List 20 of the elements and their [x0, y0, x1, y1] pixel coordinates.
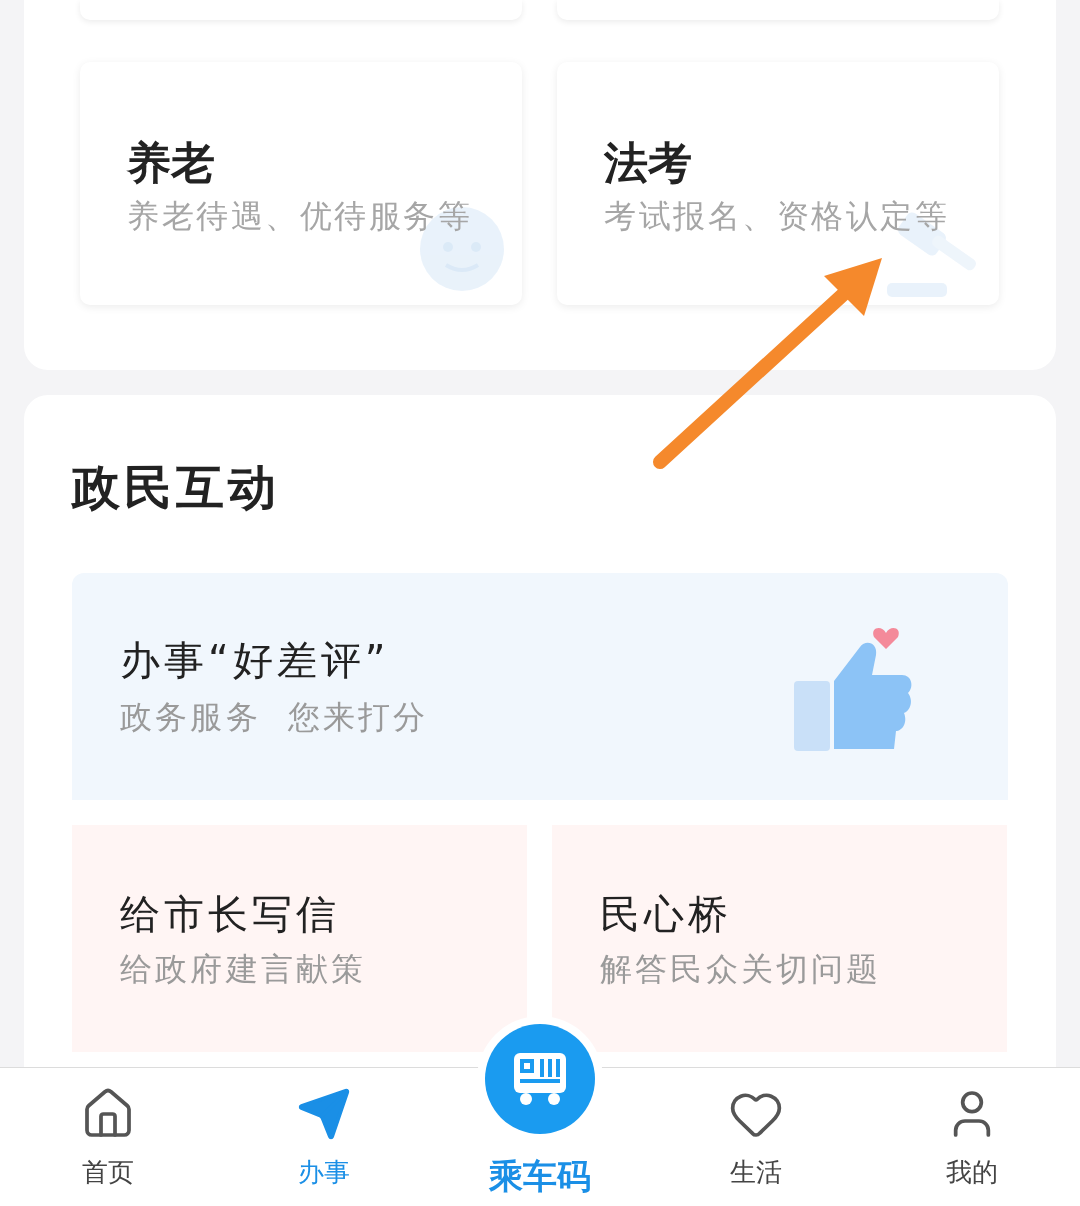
card-subtitle: 解答民众关切问题	[600, 949, 883, 989]
send-icon	[296, 1086, 352, 1142]
card-title: 养老	[127, 136, 216, 190]
interaction-card[interactable]: 给市长写信 给政府建言献策	[72, 825, 527, 1052]
service-card[interactable]: 养老 养老待遇、优待服务等	[80, 62, 522, 305]
service-card[interactable]: 法考 考试报名、资格认定等	[557, 62, 999, 305]
rating-title: 办事“好差评”	[120, 636, 391, 685]
card-title: 法考	[604, 136, 693, 190]
tab-item[interactable]: 首页	[0, 1086, 216, 1206]
card-title: 民心桥	[600, 890, 733, 939]
card-subtitle: 给政府建言献策	[120, 949, 368, 989]
card-subtitle: 考试报名、资格认定等	[604, 196, 951, 236]
section-heading: 政民互动	[72, 458, 281, 517]
tab-item[interactable]: 我的	[864, 1086, 1080, 1206]
card-subtitle: 养老待遇、优待服务等	[127, 196, 474, 236]
rating-subtitle: 政务服务 您来打分	[120, 697, 430, 737]
tab-item[interactable]: 生活	[648, 1086, 864, 1206]
rating-card[interactable]: 办事“好差评” 政务服务 您来打分	[72, 573, 1008, 800]
interaction-card[interactable]: 民心桥 解答民众关切问题	[552, 825, 1007, 1052]
card-title: 给市长写信	[120, 890, 341, 939]
